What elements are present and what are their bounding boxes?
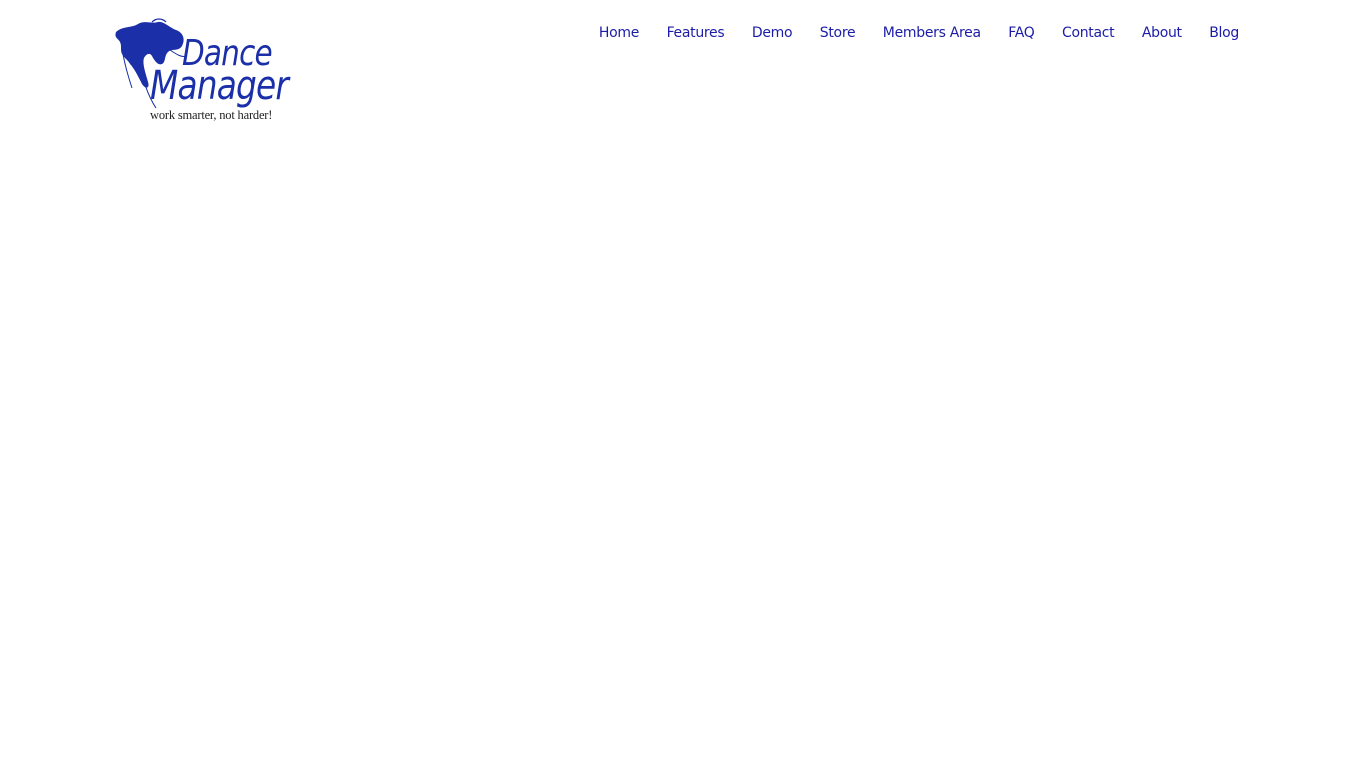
nav-item-demo[interactable]: Demo bbox=[752, 23, 793, 43]
logo-tagline: work smarter, not harder! bbox=[150, 108, 273, 122]
nav-item-home[interactable]: Home bbox=[599, 23, 639, 43]
nav-item-blog[interactable]: Blog bbox=[1209, 23, 1239, 43]
nav-item-members-area[interactable]: Members Area bbox=[883, 23, 981, 43]
nav-item-faq[interactable]: FAQ bbox=[1008, 23, 1035, 43]
nav-item-features[interactable]: Features bbox=[667, 23, 725, 43]
main-navigation: Home Features Demo Store Members Area FA… bbox=[599, 23, 1239, 43]
nav-item-about[interactable]: About bbox=[1142, 23, 1182, 43]
site-logo[interactable]: Dance Manager work smarter, not harder! bbox=[112, 18, 289, 126]
logo-text-manager: Manager bbox=[150, 63, 289, 109]
nav-item-contact[interactable]: Contact bbox=[1062, 23, 1115, 43]
page-content-area bbox=[0, 135, 1366, 768]
site-header: Dance Manager work smarter, not harder! … bbox=[0, 0, 1366, 135]
nav-item-store[interactable]: Store bbox=[820, 23, 856, 43]
